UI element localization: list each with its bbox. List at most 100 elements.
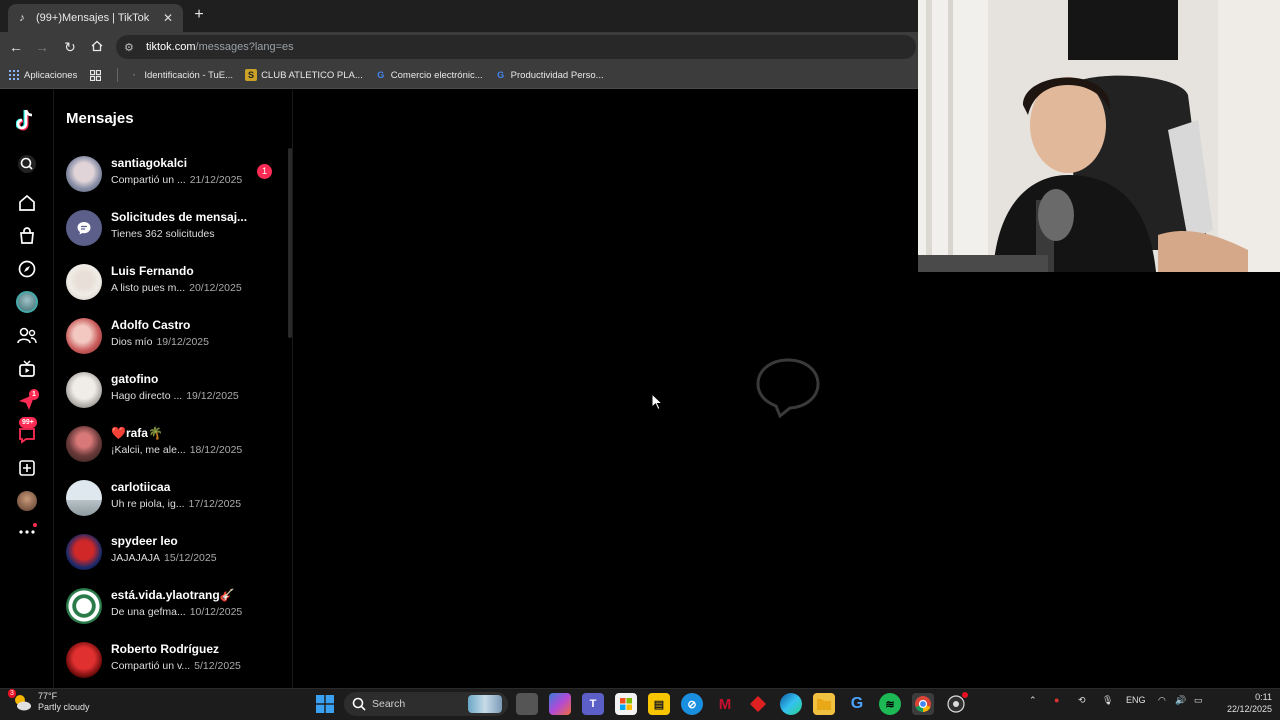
avatar: [66, 534, 102, 570]
requests-avatar: [66, 210, 102, 246]
preview-text: Compartió un ...: [111, 174, 186, 186]
tab-close-icon[interactable]: ✕: [161, 11, 175, 25]
mouse-cursor-icon: [651, 393, 663, 411]
activity-icon[interactable]: 1: [15, 389, 39, 414]
start-button[interactable]: [314, 693, 336, 715]
apps-grid-icon: [8, 69, 20, 81]
conversation-item[interactable]: está.vida.ylaotrang🎸 De una gefma... 10/1…: [66, 585, 276, 635]
conversation-item[interactable]: spydeer leo JAJAJAJA 15/12/2025: [66, 531, 276, 581]
preview-text: Uh re piola, ig...: [111, 498, 185, 510]
site-info-icon[interactable]: ⚙: [124, 41, 138, 54]
volume-icon[interactable]: 🔊: [1175, 695, 1186, 706]
live-icon[interactable]: [15, 357, 39, 381]
clock-time: 0:11: [1255, 692, 1272, 702]
bookmark-club-atletico[interactable]: S CLUB ATLETICO PLA...: [245, 69, 363, 81]
conversation-preview: A listo pues m... 20/12/2025: [111, 282, 242, 294]
search-icon[interactable]: [15, 152, 39, 176]
conversation-name: gatofino: [111, 372, 159, 386]
red-diamond-icon[interactable]: [747, 693, 769, 715]
bookmark-apps[interactable]: Aplicaciones: [8, 69, 77, 81]
edge-icon[interactable]: [780, 693, 802, 715]
conversation-date: 15/12/2025: [164, 552, 217, 564]
browser-window: ♪ (99+)Mensajes | TikTok ✕ + ← → ↻ ⚙ tik…: [0, 0, 918, 688]
chrome-icon[interactable]: [912, 693, 934, 715]
conversation-date: 19/12/2025: [156, 336, 209, 348]
conversation-name: Luis Fernando: [111, 264, 194, 278]
conversation-item[interactable]: carlotiicaa Uh re piola, ig... 17/12/2025: [66, 477, 276, 527]
shop-icon[interactable]: [15, 224, 39, 248]
more-icon[interactable]: [15, 520, 39, 544]
conversation-item[interactable]: ❤️rafa🌴 ¡Kalcii, me ale... 18/12/2025: [66, 423, 276, 473]
bookmark-tab-groups[interactable]: [89, 69, 105, 81]
language-indicator[interactable]: ENG: [1126, 695, 1146, 705]
upload-icon[interactable]: [15, 456, 39, 480]
conversation-preview: Uh re piola, ig... 17/12/2025: [111, 498, 241, 510]
app-clock-icon[interactable]: ⊘: [681, 693, 703, 715]
taskbar-clock[interactable]: 0:11 22/12/2025: [1210, 691, 1272, 715]
tray-app-icon[interactable]: ●: [1054, 695, 1059, 705]
unread-badge: 1: [257, 164, 272, 179]
back-button[interactable]: ←: [7, 38, 25, 56]
tab-tiktok-messages[interactable]: ♪ (99+)Mensajes | TikTok ✕: [8, 4, 183, 32]
message-requests-item[interactable]: Solicitudes de mensaj... Tienes 362 soli…: [66, 207, 276, 257]
google-icon: G: [497, 70, 505, 80]
store-icon[interactable]: [615, 693, 637, 715]
bookmark-comercio[interactable]: G Comercio electrónic...: [375, 69, 482, 81]
conversation-item[interactable]: gatofino Hago directo ... 19/12/2025: [66, 369, 276, 419]
logitech-g-icon[interactable]: G: [846, 693, 868, 715]
conversation-item[interactable]: Roberto Rodríguez Compartió un v... 5/12/…: [66, 639, 276, 689]
bookmark-productividad[interactable]: G Productividad Perso...: [495, 69, 604, 81]
chat-empty-area: [294, 90, 918, 688]
taskbar-search[interactable]: Search: [344, 692, 508, 716]
conversation-item[interactable]: santiagokalci Compartió un ... 21/12/2025…: [66, 153, 276, 203]
weather-text: 77°F Partly cloudy: [38, 691, 90, 713]
wifi-icon[interactable]: ◠: [1158, 695, 1166, 706]
conversation-date: 20/12/2025: [189, 282, 242, 294]
microphone-icon[interactable]: 🎙: [1102, 695, 1113, 706]
reload-button[interactable]: ↻: [61, 38, 79, 56]
battery-icon[interactable]: ▭: [1194, 695, 1203, 706]
conversation-name: santiagokalci: [111, 156, 188, 170]
following-icon[interactable]: [15, 324, 39, 348]
conversation-date: 17/12/2025: [188, 498, 242, 510]
conversation-date: 10/12/2025: [189, 606, 243, 618]
task-view-icon[interactable]: [516, 693, 538, 715]
tiktok-left-nav: 1 99+: [0, 90, 54, 688]
weather-widget[interactable]: 3 77°F Partly cloudy: [8, 689, 90, 713]
spotify-icon[interactable]: ≋: [879, 693, 901, 715]
obs-icon[interactable]: [945, 692, 968, 715]
user-avatar[interactable]: [15, 489, 39, 513]
copilot-icon[interactable]: [549, 693, 571, 715]
webcam-overlay: [918, 0, 1280, 272]
new-tab-button[interactable]: +: [190, 6, 208, 24]
tiktok-logo-icon[interactable]: [15, 108, 39, 132]
avatar: [66, 372, 102, 408]
avatar: [66, 318, 102, 354]
preview-text: Compartió un v...: [111, 660, 191, 672]
teams-icon[interactable]: T: [582, 693, 604, 715]
preview-text: Hago directo ...: [111, 390, 183, 402]
bookmark-label: Productividad Perso...: [510, 69, 604, 81]
clock-date: 22/12/2025: [1226, 704, 1272, 714]
bookmark-identificacion[interactable]: · Identificación - TuE...: [128, 69, 233, 81]
home-button[interactable]: [88, 38, 106, 56]
conversation-item[interactable]: Adolfo Castro Dios mío 19/12/2025: [66, 315, 276, 365]
address-path: /messages?lang=es: [195, 41, 294, 53]
explore-icon[interactable]: [15, 257, 39, 281]
conversation-preview: De una gefma... 10/12/2025: [111, 606, 242, 618]
messages-icon[interactable]: 99+: [15, 417, 39, 447]
sticky-notes-icon[interactable]: ▤: [648, 693, 670, 715]
mcafee-icon[interactable]: M: [714, 693, 736, 715]
profile-avatar-icon[interactable]: [15, 290, 39, 314]
preview-text: Dios mío: [111, 336, 153, 348]
forward-button[interactable]: →: [33, 38, 51, 56]
address-bar[interactable]: ⚙ tiktok.com/messages?lang=es: [116, 35, 916, 59]
conversation-preview: Tienes 362 solicitudes: [111, 228, 215, 240]
file-explorer-icon[interactable]: [813, 693, 835, 715]
conversation-scrollbar[interactable]: [288, 148, 292, 338]
conversation-preview: Dios mío 19/12/2025: [111, 336, 209, 348]
tray-overflow-icon[interactable]: ⌃: [1029, 695, 1037, 706]
home-icon[interactable]: [15, 191, 39, 215]
tray-sync-icon[interactable]: ⟲: [1078, 695, 1086, 706]
conversation-item[interactable]: Luis Fernando A listo pues m... 20/12/202…: [66, 261, 276, 311]
